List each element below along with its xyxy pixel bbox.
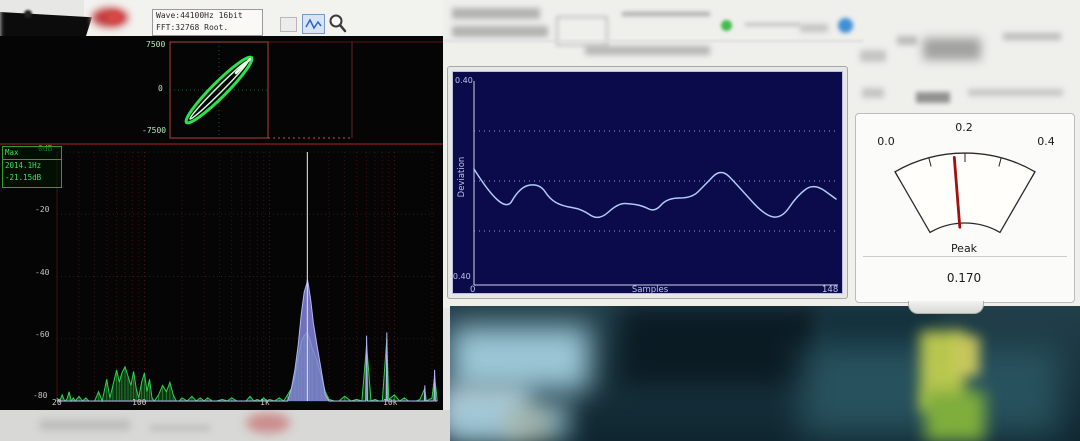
landscape-foliage <box>955 336 980 376</box>
lissajous-scope <box>0 36 443 143</box>
spectrum-y-label: -80 <box>33 391 47 400</box>
landscape-glow <box>505 411 550 436</box>
deviation-curve <box>474 169 836 217</box>
spectrum-panel <box>0 143 443 410</box>
fft-spectrum-plot <box>0 145 443 412</box>
meter-tab-button[interactable] <box>908 301 984 314</box>
waveform-icon <box>303 15 324 33</box>
lissajous-scale-bottom: -7500 <box>142 126 166 135</box>
deviation-y-axis-title: Deviation <box>457 147 467 207</box>
spectrum-x-label-1k: 1k <box>260 398 270 407</box>
fft-settings-label: FFT:32768 Root. <box>156 22 262 34</box>
deviation-chart <box>453 72 842 293</box>
gauge-scale-mid: 0.2 <box>948 121 980 134</box>
wave-format-label: Wave:44100Hz 16bit <box>156 10 262 22</box>
landscape-teal <box>800 346 1060 436</box>
peak-value-readout: 0.170 <box>929 271 999 285</box>
landscape-foliage <box>920 331 965 411</box>
landscape-glow <box>450 401 570 441</box>
wave-info-box: Wave:44100Hz 16bit FFT:32768 Root. <box>152 9 263 36</box>
max-overlay-freq: 2014.1Hz <box>3 160 61 172</box>
spectrum-series-spectrum <box>57 333 437 402</box>
spectrum-y-label: -40 <box>35 268 49 277</box>
desktop: Wave:44100Hz 16bit FFT:32768 Root. 7500 … <box>0 0 1080 441</box>
spectrum-x-label-20: 20 <box>52 398 62 407</box>
gauge-scale-min: 0.0 <box>870 135 902 148</box>
deviation-y-min: -0.40 <box>450 272 471 281</box>
spectrum-y-label: -20 <box>35 205 49 214</box>
deviation-x-end: 148 <box>822 285 838 295</box>
magnifier-icon <box>328 13 348 34</box>
max-peak-overlay: Max 2014.1Hz -21.15dB <box>2 146 62 188</box>
spectrum-x-label-10k: 10k <box>383 398 397 407</box>
lissajous-scale-mid: 0 <box>158 84 163 93</box>
deviation-y-max: 0.40 <box>455 76 473 85</box>
gauge-title: Peak <box>929 242 999 255</box>
zoom-tool-button[interactable] <box>328 13 348 34</box>
gauge-dial <box>895 153 1035 232</box>
meter-divider <box>863 256 1067 257</box>
deviation-x-origin: 0 <box>470 285 475 295</box>
deviation-x-axis-title: Samples <box>610 285 690 295</box>
gauge-scale-max: 0.4 <box>1030 135 1062 148</box>
lissajous-panel <box>0 36 443 143</box>
landscape-shadow <box>620 306 820 386</box>
max-overlay-level: -21.15dB <box>3 172 61 184</box>
spectrum-x-label-100: 100 <box>132 398 146 407</box>
blurred-bottom-strip <box>0 410 450 441</box>
max-overlay-title: Max <box>3 147 61 160</box>
toolbar-button[interactable] <box>280 17 297 32</box>
landscape-foliage <box>925 391 985 441</box>
blurred-landscape <box>450 306 1080 441</box>
landscape-shadow <box>820 306 940 366</box>
spectrum-y-label: -60 <box>35 330 49 339</box>
blurred-dot <box>24 10 32 18</box>
analyzer-toolbar <box>84 0 443 39</box>
landscape-mist <box>450 386 530 436</box>
deviation-plot-area <box>452 71 843 294</box>
landscape-mist <box>450 326 590 391</box>
waveform-view-button[interactable] <box>302 14 325 34</box>
lissajous-scale-top: 7500 <box>146 40 165 49</box>
